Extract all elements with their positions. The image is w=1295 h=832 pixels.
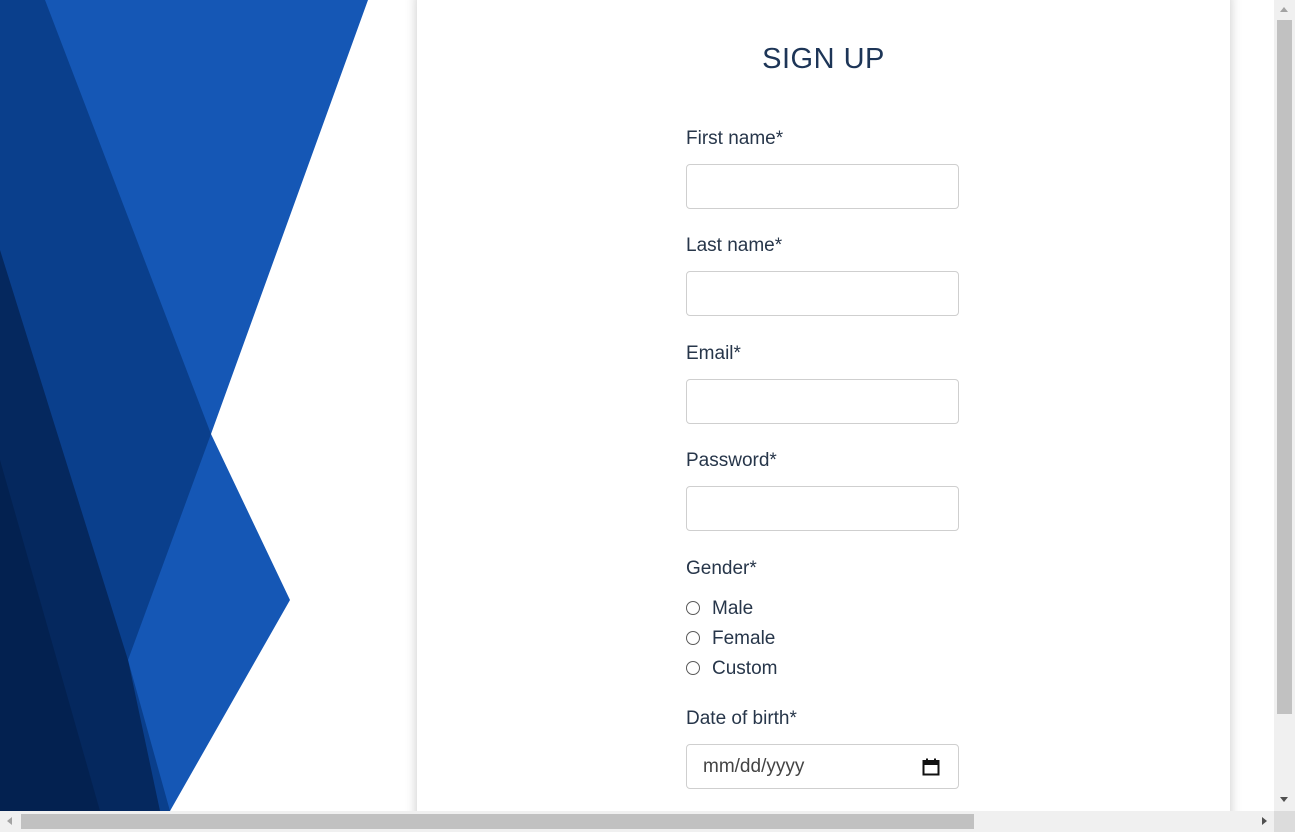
horizontal-scrollbar[interactable]	[0, 811, 1274, 832]
date-placeholder: mm/dd/yyyy	[703, 756, 805, 777]
radio-label: Male	[712, 598, 754, 619]
first-name-label: First name*	[686, 128, 784, 149]
radio-button[interactable]	[686, 601, 700, 615]
calendar-icon[interactable]	[922, 758, 940, 776]
last-name-label: Last name*	[686, 235, 783, 256]
scroll-right-icon[interactable]	[1262, 817, 1267, 825]
scroll-left-icon[interactable]	[7, 817, 12, 825]
horizontal-scrollbar-thumb[interactable]	[21, 814, 974, 829]
gender-option-female[interactable]: Female	[686, 627, 775, 651]
radio-label: Custom	[712, 658, 778, 679]
email-input[interactable]	[686, 379, 959, 424]
date-of-birth-input[interactable]: mm/dd/yyyy	[686, 744, 959, 789]
last-name-input[interactable]	[686, 271, 959, 316]
background-graphic	[0, 0, 368, 811]
password-label: Password*	[686, 450, 777, 471]
gender-label: Gender*	[686, 558, 757, 579]
radio-label: Female	[712, 628, 776, 649]
scroll-up-icon[interactable]	[1280, 7, 1288, 12]
page-title: SIGN UP	[762, 43, 885, 75]
scrollbar-corner	[1274, 811, 1295, 832]
page-viewport: SIGN UP First name* Last name* Email* Pa…	[0, 0, 1274, 811]
gender-option-custom[interactable]: Custom	[686, 657, 777, 681]
vertical-scrollbar[interactable]	[1274, 0, 1295, 811]
first-name-input[interactable]	[686, 164, 959, 209]
radio-button[interactable]	[686, 661, 700, 675]
email-label: Email*	[686, 343, 741, 364]
scroll-down-icon[interactable]	[1280, 797, 1288, 802]
signup-card: SIGN UP First name* Last name* Email* Pa…	[417, 0, 1230, 811]
password-input[interactable]	[686, 486, 959, 531]
dob-label: Date of birth*	[686, 708, 797, 729]
radio-button[interactable]	[686, 631, 700, 645]
vertical-scrollbar-thumb[interactable]	[1277, 20, 1292, 714]
gender-option-male[interactable]: Male	[686, 597, 753, 621]
